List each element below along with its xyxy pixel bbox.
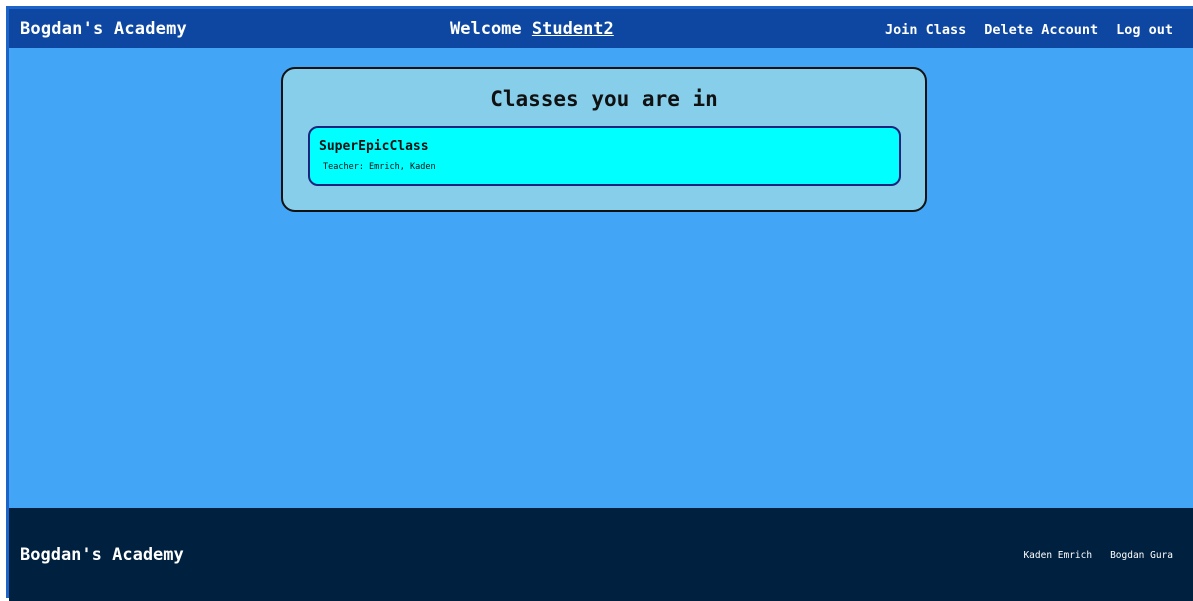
classes-panel: Classes you are in SuperEpicClass Teache…	[281, 67, 927, 212]
delete-account-link[interactable]: Delete Account	[984, 22, 1098, 38]
class-card[interactable]: SuperEpicClass Teacher: Emrich, Kaden	[308, 126, 901, 186]
class-teacher: Teacher: Emrich, Kaden	[323, 162, 436, 172]
panel-title: Classes you are in	[490, 87, 718, 111]
footer-links: Kaden Emrich Bogdan Gura	[1023, 550, 1173, 561]
top-navbar: Bogdan's Academy Welcome Student2 Join C…	[9, 9, 1193, 48]
nav-links: Join Class Delete Account Log out	[885, 22, 1173, 38]
welcome-message: Welcome Student2	[450, 19, 614, 39]
username-link[interactable]: Student2	[532, 19, 614, 39]
log-out-link[interactable]: Log out	[1116, 22, 1173, 38]
footer-brand: Bogdan's Academy	[20, 545, 184, 565]
footer-link-bogdan-gura[interactable]: Bogdan Gura	[1110, 550, 1173, 561]
join-class-link[interactable]: Join Class	[885, 22, 966, 38]
class-name: SuperEpicClass	[319, 139, 429, 154]
footer-link-kaden-emrich[interactable]: Kaden Emrich	[1023, 550, 1092, 561]
footer: Bogdan's Academy Kaden Emrich Bogdan Gur…	[9, 508, 1193, 601]
welcome-prefix: Welcome	[450, 19, 532, 39]
brand-title[interactable]: Bogdan's Academy	[20, 19, 187, 39]
app-frame: Bogdan's Academy Welcome Student2 Join C…	[6, 6, 1193, 601]
